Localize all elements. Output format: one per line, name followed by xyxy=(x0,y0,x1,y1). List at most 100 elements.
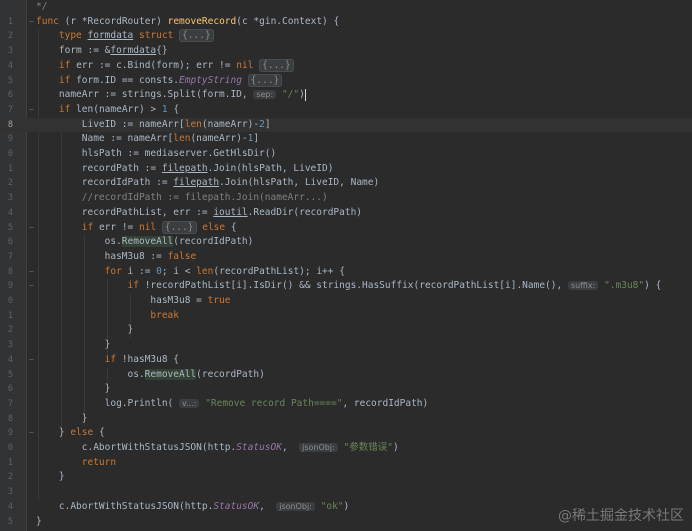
code-text: hasM3u8 := false xyxy=(36,250,197,265)
fold-toggle-icon[interactable]: − xyxy=(28,265,35,280)
code-line[interactable]: 7 log.Println( v...: "Remove record Path… xyxy=(0,397,692,412)
code-text: if err != nil {...} else { xyxy=(36,220,237,236)
code-text: } xyxy=(36,338,111,353)
code-line[interactable]: 1 return xyxy=(0,456,692,471)
line-number: 7 xyxy=(7,398,13,409)
code-line[interactable]: 3 } xyxy=(0,338,692,353)
code-line[interactable]: 2 recordIdPath := filepath.Join(hlsPath,… xyxy=(0,176,692,191)
code-line[interactable]: 4 recordPathList, err := ioutil.ReadDir(… xyxy=(0,206,692,221)
line-number: 2 xyxy=(7,31,13,42)
code-line[interactable]: 3 //recordIdPath := filepath.Join(nameAr… xyxy=(0,191,692,206)
code-line[interactable]: 6 nameArr := strings.Split(form.ID, sep:… xyxy=(0,88,692,103)
code-text: os.RemoveAll(recordPath) xyxy=(36,368,265,383)
code-line[interactable]: 0 c.AbortWithStatusJSON(http.StatusOK, j… xyxy=(0,441,692,456)
code-line[interactable]: 7 hasM3u8 := false xyxy=(0,250,692,265)
code-line[interactable]: 6 os.RemoveAll(recordIdPath) xyxy=(0,235,692,250)
code-text: if form.ID == consts.EmptyString {...} xyxy=(36,73,283,89)
code-line[interactable]: 7 − if len(nameArr) > 1 { xyxy=(0,103,692,118)
code-token: .ReadDir(recordPath) xyxy=(247,206,363,218)
code-token: len(nameArr) > xyxy=(70,103,162,115)
code-token: ) { xyxy=(644,280,662,292)
keyword-token: len xyxy=(173,133,191,145)
code-line[interactable]: 4 if err := c.Bind(form); err != nil {..… xyxy=(0,58,692,74)
code-token: } xyxy=(36,383,111,395)
code-line[interactable]: 8 LiveID := nameArr[len(nameArr)-2] xyxy=(0,117,692,133)
code-line[interactable]: 1 − func (r *RecordRouter) removeRecord(c … xyxy=(0,15,692,30)
code-text: } xyxy=(36,382,111,397)
code-token: ] xyxy=(253,133,260,145)
code-line[interactable]: 2 type formdata struct {...} xyxy=(0,29,692,44)
code-line[interactable]: 3 xyxy=(0,485,692,500)
fold-toggle-icon[interactable]: − xyxy=(28,221,35,236)
folded-region[interactable]: {...} xyxy=(259,58,294,72)
parameter-hint: sep: xyxy=(253,90,277,100)
code-token: recordIdPath := xyxy=(36,177,174,189)
code-line[interactable]: 0 hasM3u8 = true xyxy=(0,294,692,309)
code-token: EmptyString xyxy=(179,74,242,86)
code-token: .Join(hlsPath, LiveID, Name) xyxy=(219,177,380,189)
keyword-token: false xyxy=(167,250,197,262)
line-number: 6 xyxy=(7,384,13,395)
code-token: } xyxy=(36,324,134,336)
code-token: *gin.Context xyxy=(253,15,323,27)
code-token: !recordPathList[i].IsDir() && strings.Ha… xyxy=(138,280,568,292)
line-number: 1 xyxy=(7,457,13,468)
code-text: Name := nameArr[len(nameArr)-1] xyxy=(36,132,259,147)
code-token: *RecordRouter xyxy=(81,15,157,27)
code-token: Name := nameArr[ xyxy=(36,133,174,145)
folded-region[interactable]: {...} xyxy=(179,29,214,43)
code-token: } xyxy=(36,427,71,439)
line-number: 9 xyxy=(7,134,13,145)
code-token: i := xyxy=(121,265,157,277)
code-token: c.AbortWithStatusJSON(http. xyxy=(36,442,237,453)
code-text: type formdata struct {...} xyxy=(36,29,214,44)
fold-toggle-icon[interactable]: − xyxy=(28,279,35,294)
code-line[interactable]: 3 form := &formdata{} xyxy=(0,44,692,59)
parameter-hint: suffix: xyxy=(567,281,599,291)
code-line[interactable]: 1 break xyxy=(0,309,692,324)
folded-region[interactable]: {...} xyxy=(247,73,283,87)
code-token: { xyxy=(225,221,237,233)
code-token: StatusOK xyxy=(236,442,282,453)
folded-region[interactable]: {...} xyxy=(161,220,197,234)
code-line[interactable]: */ xyxy=(0,0,692,15)
code-line[interactable]: 1 recordPath := filepath.Join(hlsPath, L… xyxy=(0,162,692,177)
code-line[interactable]: 2 } xyxy=(0,323,692,338)
line-number: 4 xyxy=(7,60,13,71)
code-token: ; i < xyxy=(161,265,197,277)
code-text: } xyxy=(36,515,42,530)
fold-toggle-icon[interactable]: − xyxy=(28,103,35,118)
code-line[interactable]: 8 } xyxy=(0,412,692,427)
code-token: (recordIdPath) xyxy=(173,236,254,248)
line-number: 6 xyxy=(7,90,13,101)
code-line[interactable]: 5 os.RemoveAll(recordPath) xyxy=(0,368,692,383)
code-token: filepath xyxy=(173,177,220,189)
code-text: for i := 0; i < len(recordPathList); i++… xyxy=(36,265,345,280)
code-token: hlsPath := mediaserver.GetHlsDir() xyxy=(36,148,277,159)
code-line[interactable]: 8 − for i := 0; i < len(recordPathList); … xyxy=(0,265,692,280)
fold-toggle-icon[interactable]: − xyxy=(28,353,35,368)
code-line[interactable]: 9 − } else { xyxy=(0,426,692,441)
code-line[interactable]: 4 − if !hasM3u8 { xyxy=(0,353,692,368)
string-token: ".m3u8" xyxy=(604,280,645,292)
code-line[interactable]: 6 } xyxy=(0,382,692,397)
code-line[interactable]: 5 − if err != nil {...} else { xyxy=(0,220,692,236)
code-token: RemoveAll xyxy=(144,368,197,380)
line-number: 6 xyxy=(7,237,13,248)
code-line[interactable]: 9 − if !recordPathList[i].IsDir() && stri… xyxy=(0,279,692,294)
string-token: "ok" xyxy=(320,500,344,512)
code-text: os.RemoveAll(recordIdPath) xyxy=(36,235,253,250)
line-number: 9 xyxy=(7,428,13,439)
code-line[interactable]: 9 Name := nameArr[len(nameArr)-1] xyxy=(0,132,692,147)
fold-toggle-icon[interactable]: − xyxy=(28,15,35,30)
fold-toggle-icon[interactable]: − xyxy=(28,426,35,441)
code-line[interactable]: 5 if form.ID == consts.EmptyString {...} xyxy=(0,73,692,89)
code-line[interactable]: 2 } xyxy=(0,470,692,485)
code-editor[interactable]: */1− func (r *RecordRouter) removeRecord(… xyxy=(0,0,692,531)
code-token: (nameArr)- xyxy=(201,118,260,130)
code-line[interactable]: 0 hlsPath := mediaserver.GetHlsDir() xyxy=(0,147,692,162)
line-number: 4 xyxy=(7,354,13,365)
